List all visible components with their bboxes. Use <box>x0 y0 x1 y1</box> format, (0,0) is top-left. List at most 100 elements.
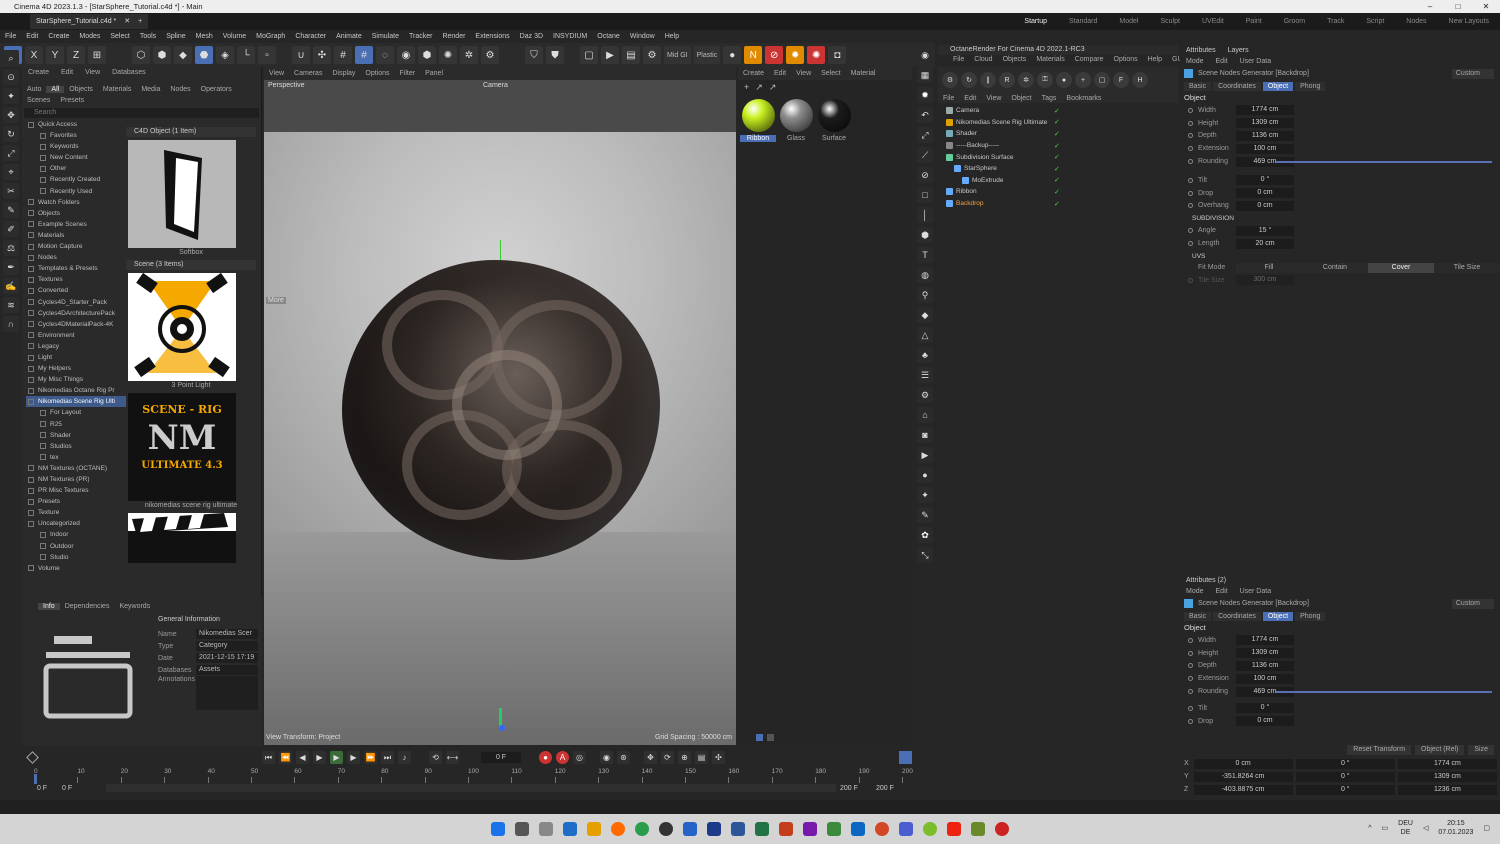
prop-tab-basic[interactable]: Basic <box>1184 81 1212 91</box>
transform-icon[interactable]: ⌖ <box>3 164 19 180</box>
fit-option-contain[interactable]: Contain <box>1302 262 1368 273</box>
object-row-backdrop[interactable]: Backdrop ✓ <box>938 198 1178 210</box>
field-input-drop[interactable]: 0 cm <box>1236 716 1294 727</box>
tree-item-templates-presets[interactable]: Templates & Presets <box>26 263 126 274</box>
coord-btn-size[interactable]: Size <box>1468 745 1494 755</box>
field-input-width[interactable]: 1774 cm <box>1236 105 1294 116</box>
record-icon[interactable]: ● <box>917 467 933 483</box>
tree-item-nm-textures-octane[interactable]: NM Textures (OCTANE) <box>26 463 126 474</box>
info-value-name[interactable]: Nikomedias Scer <box>196 629 258 639</box>
app-icon-f[interactable] <box>923 822 937 836</box>
line-icon[interactable]: │ <box>917 207 933 223</box>
octane-box-icon[interactable]: ▢ <box>1094 72 1110 88</box>
scale-icon[interactable]: ⤢ <box>3 145 19 161</box>
key-scale-icon[interactable]: ✥ <box>644 751 657 764</box>
object-row-shader[interactable]: Shader ✓ <box>938 128 1178 140</box>
visibility-check-icon[interactable]: ✓ <box>1054 107 1060 115</box>
material-menu-create[interactable]: Create <box>738 70 769 77</box>
points-mode-icon[interactable]: ⬡ <box>132 46 150 64</box>
expand-icon[interactable]: ⤢ <box>917 127 933 143</box>
animate-dot-icon[interactable] <box>1188 120 1193 126</box>
tile-size-field[interactable]: 300 cm <box>1236 275 1294 286</box>
three-point-light-thumb[interactable] <box>128 273 236 381</box>
menu-extensions[interactable]: Extensions <box>470 33 514 40</box>
octane-settings-icon[interactable]: ✹ <box>917 87 933 103</box>
app-icon-d[interactable] <box>875 822 889 836</box>
object-row-starsphere[interactable]: StarSphere ✓ <box>938 163 1178 175</box>
tray-chevron-icon[interactable]: ^ <box>1368 825 1371 832</box>
layout-tab-standard[interactable]: Standard <box>1058 13 1108 30</box>
shield-half-icon[interactable]: ⛊ <box>546 46 564 64</box>
coord-rot-z[interactable]: 0 ° <box>1295 784 1395 795</box>
tree-item-watch-folders[interactable]: Watch Folders <box>26 197 126 208</box>
animate-dot-icon[interactable] <box>1188 705 1193 711</box>
object-menu-tags[interactable]: Tags <box>1037 95 1062 102</box>
section-scene[interactable]: Scene (3 Items) <box>126 260 256 270</box>
motion-icon[interactable]: ✣ <box>712 751 725 764</box>
tree-item-outdoor[interactable]: Outdoor <box>26 541 126 552</box>
keyframe-selection-icon[interactable]: ◎ <box>573 751 586 764</box>
layout-tab-track[interactable]: Track <box>1316 13 1355 30</box>
visibility-check-icon[interactable]: ✓ <box>1054 200 1060 208</box>
visibility-check-icon[interactable]: ✓ <box>1054 188 1060 196</box>
object-row-camera[interactable]: Camera ✓ <box>938 105 1178 117</box>
octane-menu-cloud[interactable]: Cloud <box>969 56 997 66</box>
asset-tab-nodes[interactable]: Nodes <box>165 86 195 93</box>
animate-dot-icon[interactable] <box>1188 159 1193 165</box>
pin-icon[interactable]: ↗ <box>769 82 777 93</box>
tree-item-example-scenes[interactable]: Example Scenes <box>26 219 126 230</box>
viewport-menu-display[interactable]: Display <box>327 70 360 77</box>
loop-icon[interactable]: ⟲ <box>429 751 442 764</box>
windows-start-icon[interactable] <box>491 822 505 836</box>
nm-logo-icon[interactable]: N <box>744 46 763 64</box>
attr-mode-user-data[interactable]: User Data <box>1234 588 1278 595</box>
go-end-icon[interactable]: ⏭ <box>381 751 394 764</box>
menu-file[interactable]: File <box>0 33 21 40</box>
square-icon[interactable]: □ <box>917 187 933 203</box>
field-input-tilt[interactable]: 0 ° <box>1236 175 1294 186</box>
new-tab-icon[interactable]: + <box>138 14 142 29</box>
animate-dot-icon[interactable] <box>1188 637 1193 643</box>
visibility-check-icon[interactable]: ✓ <box>1054 165 1060 173</box>
rotate-icon[interactable]: ↻ <box>3 126 19 142</box>
asset-subtab-scenes[interactable]: Scenes <box>22 97 55 104</box>
axis-z-button[interactable]: Z <box>67 46 85 64</box>
layout-tab-paint[interactable]: Paint <box>1235 13 1273 30</box>
tree-item-nikomedias-octane-rig-pr[interactable]: Nikomedias Octane Rig Pr <box>26 385 126 396</box>
settings-gear-icon[interactable]: ⚙ <box>481 46 499 64</box>
asset-tab-media[interactable]: Media <box>136 86 165 93</box>
field-input-tilt[interactable]: 0 ° <box>1236 703 1294 714</box>
menu-tools[interactable]: Tools <box>135 33 161 40</box>
sculpt-icon[interactable]: ✍ <box>3 278 19 294</box>
animate-dot-icon[interactable] <box>1188 676 1193 682</box>
layout-tab-uvedit[interactable]: UVEdit <box>1191 13 1235 30</box>
object-row-moextrude[interactable]: MoExtrude ✓ <box>938 175 1178 187</box>
octane-menu-compare[interactable]: Compare <box>1070 56 1109 66</box>
tree-item-recently-created[interactable]: Recently Created <box>26 174 126 185</box>
cube-solid-icon[interactable]: ⬢ <box>917 227 933 243</box>
app-icon-h[interactable] <box>971 822 985 836</box>
axis-y-button[interactable]: Y <box>46 46 64 64</box>
visibility-check-icon[interactable]: ✓ <box>1054 153 1060 161</box>
fit-option-cover[interactable]: Cover <box>1368 262 1434 273</box>
subdivision-heading[interactable]: SUBDIVISION <box>1180 212 1500 224</box>
viewport-more-tag[interactable]: More <box>266 297 286 304</box>
coord-rot-y[interactable]: 0 ° <box>1295 771 1395 782</box>
weight-icon[interactable]: ⚖ <box>3 240 19 256</box>
octane-r-icon[interactable]: R <box>999 72 1015 88</box>
menu-create[interactable]: Create <box>43 33 74 40</box>
octane-live-icon[interactable]: ◉ <box>917 47 933 63</box>
tree-item-legacy[interactable]: Legacy <box>26 341 126 352</box>
menu-edit[interactable]: Edit <box>21 33 43 40</box>
field-input-depth[interactable]: 1136 cm <box>1236 660 1294 671</box>
spiral-icon[interactable]: ✺ <box>807 46 826 64</box>
viewport-menu-panel[interactable]: Panel <box>420 70 448 77</box>
menu-daz-3d[interactable]: Daz 3D <box>515 33 548 40</box>
start-frame-field[interactable]: 0 F <box>22 785 62 792</box>
field-input-extension[interactable]: 100 cm <box>1236 143 1294 154</box>
info-tab-dependencies[interactable]: Dependencies <box>60 603 115 610</box>
sound-icon[interactable]: ♪ <box>398 751 411 764</box>
prop-tab-phong[interactable]: Phong <box>1295 81 1326 91</box>
end-frame-field[interactable]: 200 F <box>876 785 912 792</box>
prop-tab-basic[interactable]: Basic <box>1184 611 1212 621</box>
